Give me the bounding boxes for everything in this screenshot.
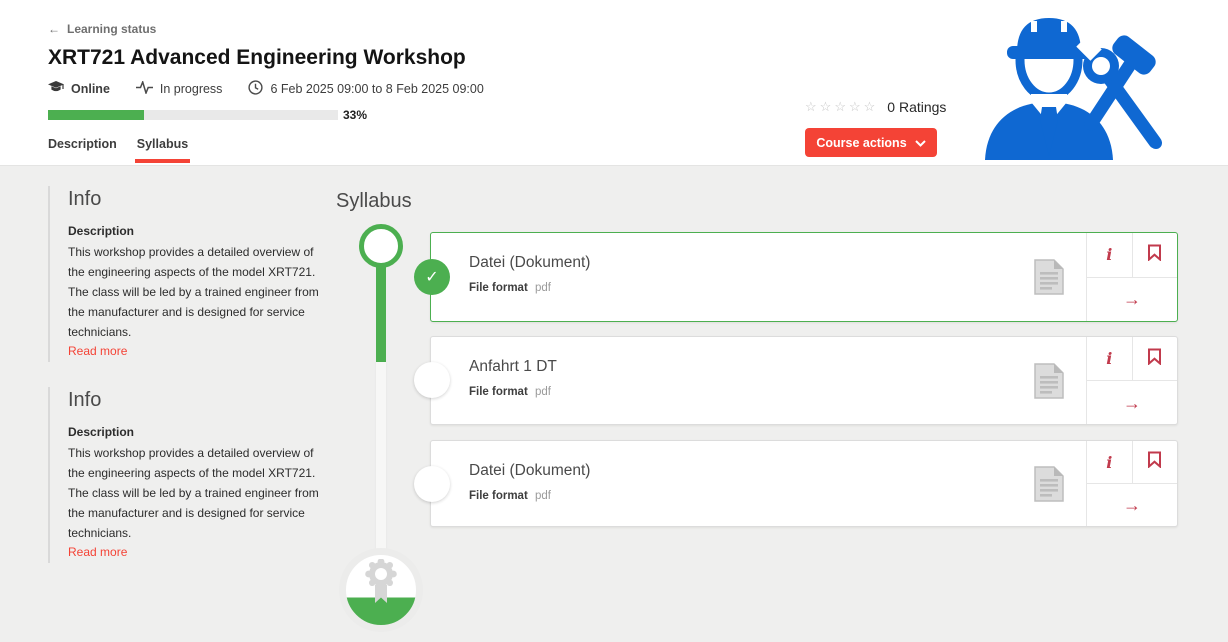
item-pending-dot (414, 466, 450, 502)
course-page: ← Learning status XRT721 Advanced Engine… (0, 0, 1228, 642)
document-icon (1034, 337, 1086, 424)
star-icon: ☆ (849, 99, 861, 115)
item-open-button[interactable]: → (1087, 278, 1177, 322)
item-title: Datei (Dokument) (469, 254, 1034, 272)
document-icon (1034, 441, 1086, 526)
engineer-illustration (975, 8, 1165, 160)
info-icon: i (1106, 245, 1112, 264)
graduation-cap-icon (48, 81, 64, 97)
syllabus-heading: Syllabus (336, 190, 412, 213)
item-open-button[interactable]: → (1087, 381, 1177, 424)
item-file-line: File format pdf (469, 386, 1034, 398)
progress-fill (48, 110, 144, 120)
course-status: In progress (136, 81, 223, 97)
star-icon: ☆ (820, 99, 832, 115)
info-icon: i (1106, 349, 1112, 368)
timeline-progress-line (376, 266, 386, 362)
file-format-label: File format (469, 490, 528, 502)
item-body: Datei (Dokument) File format pdf (431, 441, 1034, 526)
file-format-label: File format (469, 386, 528, 398)
tab-description-label: Description (48, 137, 117, 151)
course-actions-button[interactable]: Course actions (805, 128, 937, 157)
item-title: Anfahrt 1 DT (469, 358, 1034, 376)
back-link[interactable]: ← Learning status (48, 22, 156, 36)
file-format-value: pdf (535, 386, 551, 398)
item-file-line: File format pdf (469, 490, 1034, 502)
star-icon: ☆ (834, 99, 846, 115)
item-info-button[interactable]: i (1087, 337, 1132, 380)
info-description-text: This workshop provides a detailed overvi… (68, 242, 320, 342)
info-section: Info Description This workshop provides … (48, 387, 328, 563)
info-heading: Info (68, 389, 328, 412)
delivery-type: Online (48, 81, 110, 97)
tab-syllabus-label: Syllabus (137, 137, 188, 151)
item-body: Anfahrt 1 DT File format pdf (431, 337, 1034, 424)
open-arrow-icon: → (1123, 394, 1141, 412)
item-bookmark-button[interactable] (1132, 337, 1178, 380)
info-subheading: Description (68, 224, 328, 238)
item-file-line: File format pdf (469, 282, 1034, 294)
course-meta: Online In progress 6 Feb 2025 09:00 to 8… (48, 80, 484, 98)
open-arrow-icon: → (1123, 496, 1141, 514)
item-body: Datei (Dokument) File format pdf (431, 233, 1034, 321)
info-icon: i (1106, 453, 1112, 472)
read-more-link[interactable]: Read more (68, 344, 127, 358)
info-sidebar: Info Description This workshop provides … (48, 186, 328, 588)
tab-syllabus[interactable]: Syllabus (137, 137, 188, 163)
timeline-remaining-line (376, 362, 386, 554)
course-actions-label: Course actions (816, 136, 906, 150)
progress-percent: 33% (343, 108, 367, 122)
item-bookmark-button[interactable] (1132, 233, 1178, 277)
delivery-label: Online (71, 82, 110, 96)
active-tab-underline (135, 159, 190, 163)
completion-badge (339, 548, 423, 632)
course-tabs: Description Syllabus (48, 137, 188, 163)
ratings-summary: ☆ ☆ ☆ ☆ ☆ 0 Ratings (805, 99, 946, 115)
progress-bar (48, 110, 338, 120)
page-title: XRT721 Advanced Engineering Workshop (48, 46, 466, 70)
star-rating: ☆ ☆ ☆ ☆ ☆ (805, 99, 875, 115)
chevron-down-icon (915, 136, 926, 150)
info-subheading: Description (68, 425, 328, 439)
tab-description[interactable]: Description (48, 137, 117, 163)
syllabus-item-card[interactable]: Anfahrt 1 DT File format pdf i → (430, 336, 1178, 425)
document-icon (1034, 233, 1086, 321)
star-icon: ☆ (805, 99, 817, 115)
timeline-start-node (359, 224, 403, 268)
syllabus-item-card[interactable]: Datei (Dokument) File format pdf i (430, 440, 1178, 527)
info-heading: Info (68, 188, 328, 211)
back-arrow-icon: ← (48, 22, 60, 36)
back-link-label: Learning status (67, 22, 156, 36)
item-bookmark-button[interactable] (1132, 441, 1178, 483)
item-open-button[interactable]: → (1087, 484, 1177, 526)
file-format-value: pdf (535, 282, 551, 294)
item-actions: i → (1086, 337, 1177, 424)
info-description-text: This workshop provides a detailed overvi… (68, 443, 320, 543)
bookmark-icon (1147, 451, 1162, 473)
open-arrow-icon: → (1123, 290, 1141, 308)
status-label: In progress (160, 82, 223, 96)
info-section: Info Description This workshop provides … (48, 186, 328, 362)
ratings-count: 0 Ratings (887, 99, 946, 115)
clock-icon (248, 80, 263, 98)
item-actions: i → (1086, 441, 1177, 526)
item-info-button[interactable]: i (1087, 233, 1132, 277)
item-completed-check: ✓ (414, 259, 450, 295)
bookmark-icon (1147, 348, 1162, 370)
file-format-label: File format (469, 282, 528, 294)
item-title: Datei (Dokument) (469, 462, 1034, 480)
syllabus-item-card[interactable]: Datei (Dokument) File format pdf i (430, 232, 1178, 322)
check-icon: ✓ (425, 267, 438, 287)
activity-pulse-icon (136, 81, 153, 97)
star-icon: ☆ (864, 99, 876, 115)
item-info-button[interactable]: i (1087, 441, 1132, 483)
award-rosette-icon (363, 559, 399, 610)
bookmark-icon (1147, 244, 1162, 266)
date-range-label: 6 Feb 2025 09:00 to 8 Feb 2025 09:00 (270, 82, 483, 96)
file-format-value: pdf (535, 490, 551, 502)
read-more-link[interactable]: Read more (68, 545, 127, 559)
item-pending-dot (414, 362, 450, 398)
course-dates: 6 Feb 2025 09:00 to 8 Feb 2025 09:00 (248, 80, 483, 98)
item-actions: i → (1086, 233, 1177, 321)
